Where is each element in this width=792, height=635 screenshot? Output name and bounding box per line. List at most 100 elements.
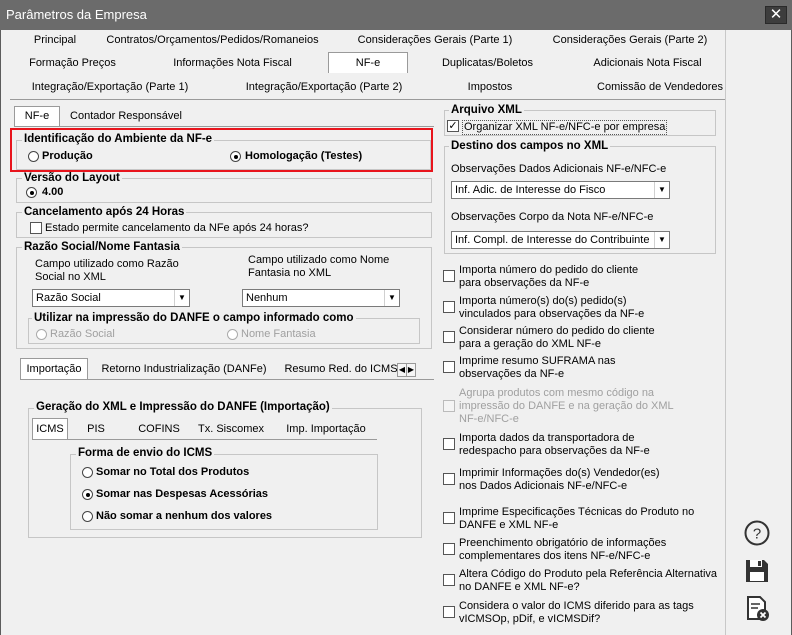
save-icon[interactable] (743, 557, 771, 585)
tab-duplicatas[interactable]: Duplicatas/Boletos (430, 56, 545, 70)
versao-400-radio[interactable] (26, 187, 37, 198)
obs-adic-value: Inf. Adic. de Interesse do Fisco (455, 184, 606, 196)
option-checkbox[interactable] (443, 543, 455, 555)
forma-option-radio[interactable] (82, 489, 93, 500)
tab-imp-importacao[interactable]: Imp. Importação (278, 422, 374, 436)
tab-consideracoes-2[interactable]: Considerações Gerais (Parte 2) (545, 33, 715, 47)
option-label-line1: Considerar número do pedido do cliente (459, 325, 655, 337)
close-button[interactable]: ✕ (765, 6, 787, 24)
tab-comissao[interactable]: Comissão de Vendedores (595, 80, 725, 94)
cancelamento-title: Cancelamento após 24 Horas (22, 206, 187, 219)
tab-pis[interactable]: PIS (78, 422, 114, 436)
chevron-down-icon: ▼ (174, 290, 189, 306)
help-icon[interactable]: ? (743, 519, 771, 547)
option-label-line2: nos Dados Adicionais NF-e/NFC-e (459, 480, 628, 492)
tab-cofins[interactable]: COFINS (132, 422, 186, 436)
option-checkbox[interactable] (443, 574, 455, 586)
tab-nfe[interactable]: NF-e (328, 52, 408, 73)
organizar-xml-label: Organizar XML NF-e/NFC-e por empresa (462, 120, 668, 135)
organizar-xml-checkbox[interactable]: ✓ (447, 120, 459, 132)
nome-select-value: Nenhum (246, 292, 288, 304)
option-label-line3: NF-e/NFC-e (459, 413, 519, 425)
cancel-document-icon[interactable] (743, 595, 771, 623)
danfe-title: Utilizar na impressão do DANFE o campo i… (32, 312, 356, 325)
forma-title: Forma de envio do ICMS (76, 447, 215, 460)
tab-integracao-1[interactable]: Integração/Exportação (Parte 1) (20, 80, 200, 94)
forma-option-radio[interactable] (82, 467, 93, 478)
cancelamento-checkbox[interactable] (30, 222, 42, 234)
tab-importacao[interactable]: Importação (20, 358, 88, 379)
option-label-line2: DANFE e XML NF-e (459, 519, 559, 531)
tab-formacao-precos[interactable]: Formação Preços (20, 56, 125, 70)
obs-corpo-value: Inf. Compl. de Interesse do Contribuinte (455, 234, 650, 246)
option-label-line1: Importa dados da transportadora de (459, 432, 635, 444)
tab-resumo[interactable]: Resumo Red. do ICMS (282, 362, 400, 376)
option-checkbox[interactable] (443, 400, 455, 412)
tab-consideracoes-1[interactable]: Considerações Gerais (Parte 1) (350, 33, 520, 47)
option-label-line2: vICMSOp, pDif, e vICMSDif? (459, 613, 601, 625)
campo-nome-label-2: Fantasia no XML (248, 267, 332, 279)
option-label-line2: observações da NF-e (459, 368, 565, 380)
window-title: Parâmetros da Empresa (6, 7, 147, 22)
tab-retorno[interactable]: Retorno Industrialização (DANFe) (98, 362, 270, 376)
obs-adic-select[interactable]: Inf. Adic. de Interesse do Fisco ▼ (451, 181, 670, 199)
campo-razao-label-2: Social no XML (35, 271, 106, 283)
razao-title: Razão Social/Nome Fantasia (22, 241, 182, 254)
obs-corpo-select[interactable]: Inf. Compl. de Interesse do Contribuinte… (451, 231, 670, 249)
option-checkbox[interactable] (443, 270, 455, 282)
option-label-line1: Agrupa produtos com mesmo código na (459, 387, 655, 399)
icms-tabs-divider (32, 439, 377, 440)
tab-impostos[interactable]: Impostos (455, 80, 525, 94)
forma-option-radio[interactable] (82, 511, 93, 522)
bottom-tabs-divider (20, 379, 434, 380)
subtabs-divider (14, 126, 434, 127)
option-checkbox[interactable] (443, 473, 455, 485)
tab-principal[interactable]: Principal (30, 33, 80, 47)
option-label-line1: Imprimir Informações do(s) Vendedor(es) (459, 467, 660, 479)
option-checkbox[interactable] (443, 301, 455, 313)
option-label-line2: no DANFE e XML NF-e? (459, 581, 580, 593)
tab-adicionais-nf[interactable]: Adicionais Nota Fiscal (580, 56, 715, 70)
versao-400-label: 4.00 (42, 186, 64, 198)
chevron-down-icon: ▼ (654, 182, 669, 198)
nome-select[interactable]: Nenhum ▼ (242, 289, 400, 307)
option-label-line1: Importa número do pedido do cliente (459, 264, 639, 276)
tab-scroll-right-icon[interactable]: ▶ (406, 363, 416, 377)
campo-nome-label-1: Campo utilizado como Nome (248, 254, 390, 266)
chevron-down-icon: ▼ (654, 232, 669, 248)
cancelamento-label: Estado permite cancelamento da NFe após … (45, 222, 309, 234)
option-checkbox[interactable] (443, 512, 455, 524)
tab-siscomex[interactable]: Tx. Siscomex (192, 422, 270, 436)
highlight-box (10, 128, 433, 172)
arquivo-xml-title: Arquivo XML (449, 104, 524, 117)
option-label-line2: para a geração do XML NF-e (459, 338, 602, 350)
option-checkbox[interactable] (443, 331, 455, 343)
razao-select[interactable]: Razão Social ▼ (32, 289, 190, 307)
danfe-nome-label: Nome Fantasia (241, 328, 316, 340)
option-checkbox[interactable] (443, 361, 455, 373)
tab-integracao-2[interactable]: Integração/Exportação (Parte 2) (235, 80, 413, 94)
chevron-down-icon: ▼ (384, 290, 399, 306)
option-checkbox[interactable] (443, 438, 455, 450)
option-label-line2: complementares dos itens NF-e/NFC-e (459, 550, 651, 562)
obs-corpo-label: Observações Corpo da Nota NF-e/NFC-e (451, 211, 654, 223)
option-checkbox[interactable] (443, 606, 455, 618)
tab-icms[interactable]: ICMS (32, 418, 68, 439)
forma-option-label: Somar nas Despesas Acessórias (96, 488, 269, 500)
subtab-nfe[interactable]: NF-e (14, 106, 60, 126)
option-label-line1: Considera o valor do ICMS diferido para … (459, 600, 694, 612)
obs-adic-label: Observações Dados Adicionais NF-e/NFC-e (451, 163, 667, 175)
tab-contratos[interactable]: Contratos/Orçamentos/Pedidos/Romaneios (100, 33, 325, 47)
danfe-nome-radio[interactable] (227, 329, 238, 340)
svg-text:?: ? (753, 526, 761, 543)
importacao-title: Geração do XML e Impressão do DANFE (Imp… (34, 401, 332, 414)
tabs-divider (10, 99, 725, 100)
destino-title: Destino dos campos no XML (449, 140, 611, 153)
campo-razao-label-1: Campo utilizado como Razão (35, 258, 179, 270)
tab-informacoes-nf[interactable]: Informações Nota Fiscal (165, 56, 300, 70)
option-label-line2: redespacho para observações da NF-e (459, 445, 650, 457)
option-label-line2: para observações da NF-e (459, 277, 590, 289)
danfe-razao-radio[interactable] (36, 329, 47, 340)
subtab-contador[interactable]: Contador Responsável (66, 109, 186, 123)
forma-option-label: Não somar a nenhum dos valores (96, 510, 273, 522)
